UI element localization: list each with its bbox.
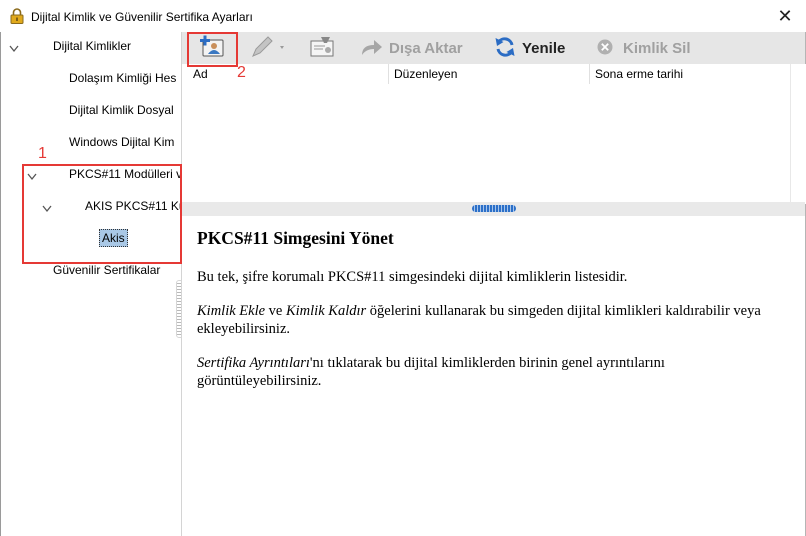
add-id-term: Kimlik Ekle [197,303,266,319]
annotation-box-2 [187,32,238,67]
sidebar-tree: Dijital Kimlikler Dolaşım Kimliği Hes Di… [1,32,182,536]
remove-circle-icon [596,38,614,59]
remove-id-term: Kimlik Kaldır [285,303,367,319]
identity-list[interactable] [182,84,790,202]
certificate-details-button[interactable] [308,32,338,64]
help-pane: PKCS#11 Simgesini Yönet Bu tek, şifre ko… [182,216,805,536]
annotation-number-2: 2 [237,64,246,81]
close-icon: ✕ [777,5,793,26]
help-paragraph-1: Bu tek, şifre korumalı PKCS#11 simgesind… [197,269,628,285]
sidebar-item-windows-ids[interactable]: Windows Dijital Kim [69,135,174,149]
sidebar-item-roaming-id[interactable]: Dolaşım Kimliği Hes [69,71,176,85]
help-paragraph-2: Kimlik Ekle ve Kimlik Kaldır öğelerini k… [197,302,792,338]
help-heading: PKCS#11 Simgesini Yönet [197,228,394,248]
help-paragraph-3: Sertifika Ayrıntıları'nı tıklatarak bu d… [197,354,792,390]
close-button[interactable]: ✕ [772,4,798,28]
sidebar-item-trusted-certificates[interactable]: Güvenilir Sertifikalar [53,263,160,277]
toolbar: Dışa Aktar Yenile Kimlik Sil [182,32,805,64]
export-label: Dışa Aktar [389,39,463,57]
export-arrow-icon [360,37,384,60]
remove-id-button[interactable]: Kimlik Sil [596,32,691,64]
certificate-icon [308,35,338,62]
sidebar-item-digital-id-files[interactable]: Dijital Kimlik Dosyal [69,103,174,117]
remove-id-label: Kimlik Sil [623,39,691,57]
cert-details-term: Sertifika Ayrıntıları [197,355,310,371]
table-header: Ad Düzenleyen Sona erme tarihi [182,64,790,85]
column-header-issuer[interactable]: Düzenleyen [388,64,586,84]
chevron-down-icon[interactable] [9,45,19,53]
annotation-box-1 [22,164,182,264]
window-title: Dijital Kimlik ve Güvenilir Sertifika Ay… [31,10,253,24]
vertical-scrollbar[interactable] [790,64,806,204]
pencil-icon [250,35,290,62]
sidebar-item-digital-ids[interactable]: Dijital Kimlikler [53,39,131,53]
refresh-label: Yenile [522,39,566,57]
column-header-name[interactable]: Ad [188,64,389,84]
refresh-icon [494,36,516,61]
export-button[interactable]: Dışa Aktar [360,32,463,64]
pane-splitter[interactable] [182,202,805,216]
edit-button[interactable] [250,32,290,64]
title-bar: Dijital Kimlik ve Güvenilir Sertifika Ay… [0,0,806,32]
splitter-grip-icon[interactable] [472,205,516,212]
column-header-expiry[interactable]: Sona erme tarihi [589,64,791,84]
lock-icon [10,8,24,24]
conjunction-text: ve [265,303,286,319]
refresh-button[interactable]: Yenile [494,32,565,64]
annotation-number-1: 1 [38,145,47,162]
